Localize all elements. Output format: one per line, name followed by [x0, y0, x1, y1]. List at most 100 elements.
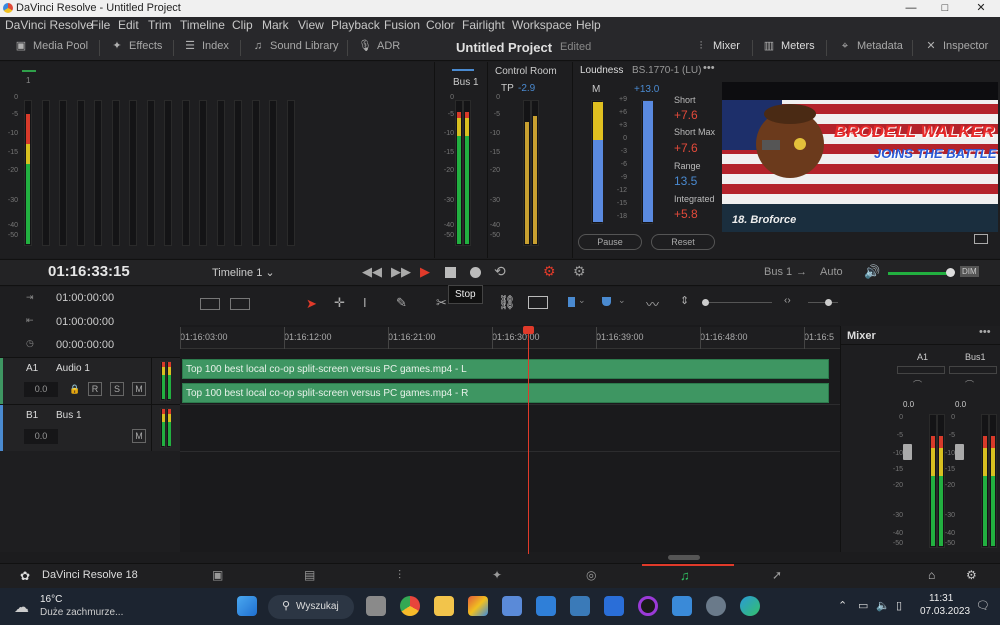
weather-temp[interactable]: 16°C — [40, 594, 62, 605]
volume-icon[interactable]: 🔈 — [876, 599, 890, 612]
solo-button[interactable]: S — [110, 382, 124, 396]
clip-left[interactable]: Top 100 best local co-op split-screen ve… — [182, 359, 829, 379]
settings-gear-icon[interactable]: ⚙ — [966, 568, 977, 582]
vertical-zoom-slider[interactable] — [702, 302, 772, 303]
start-windows-icon[interactable] — [237, 596, 257, 616]
menu-help[interactable]: Help — [576, 18, 601, 32]
menu-fairlight[interactable]: Fairlight — [462, 18, 505, 32]
automation-mode[interactable]: Auto — [820, 266, 843, 278]
bus-output[interactable]: Bus 1 — [764, 266, 792, 278]
record-arm-button[interactable]: R — [88, 382, 102, 396]
minimize-button[interactable]: — — [894, 0, 928, 17]
file-explorer-icon[interactable] — [434, 596, 454, 616]
waveform-icon[interactable]: 〰 — [646, 294, 659, 313]
menu-workspace[interactable]: Workspace — [512, 18, 572, 32]
notifications-icon[interactable]: 🗨 — [976, 599, 990, 612]
record-icon[interactable] — [470, 267, 481, 278]
settings-icon[interactable] — [706, 596, 726, 616]
rewind-icon[interactable]: ◀◀ — [362, 264, 382, 280]
media-page-icon[interactable]: ▣ — [212, 568, 223, 582]
track-name[interactable]: Audio 1 — [56, 363, 90, 374]
menu-timeline[interactable]: Timeline — [180, 18, 225, 32]
vertical-zoom-knob[interactable] — [702, 299, 709, 306]
notepad-icon[interactable] — [672, 596, 692, 616]
menu-davinci-resolve[interactable]: DaVinci Resolve — [5, 18, 93, 32]
chevron-up-icon[interactable]: ⌃ — [838, 599, 847, 612]
metadata-button[interactable]: ⌖ Metadata — [838, 40, 903, 52]
inspector-button[interactable]: ✕ Inspector — [924, 40, 988, 52]
davinci-taskbar-icon[interactable] — [468, 596, 488, 616]
menu-color[interactable]: Color — [426, 18, 455, 32]
dropbox-icon[interactable] — [604, 596, 624, 616]
horizontal-zoom-slider[interactable] — [808, 302, 838, 303]
loudness-options-icon[interactable]: ••• — [703, 62, 715, 74]
pan-icon[interactable]: ⌒ — [913, 378, 922, 391]
link-icon[interactable]: ⛓ — [498, 294, 516, 311]
menu-mark[interactable]: Mark — [262, 18, 289, 32]
track-volume[interactable]: 0.0 — [24, 429, 58, 444]
timeline-area[interactable]: ➤ ✛ I ✎ ✂ ⛓ ⌄ ⌄ 〰 ⇕ ‹› Stop 01:16:03:00 0… — [180, 285, 840, 560]
fast-forward-icon[interactable]: ▶▶ — [391, 264, 411, 280]
menu-trim[interactable]: Trim — [148, 18, 172, 32]
mixer-options-icon[interactable]: ••• — [979, 326, 991, 338]
pencil-icon[interactable]: ✎ — [396, 295, 407, 311]
vertical-zoom-icon[interactable]: ⇕ — [680, 294, 689, 307]
battery-icon[interactable]: ▯ — [896, 599, 902, 612]
pointer-tool-icon[interactable]: ➤ — [306, 296, 317, 312]
horizontal-zoom-knob[interactable] — [825, 299, 832, 306]
weather-cloud-icon[interactable]: ☁ — [14, 598, 29, 616]
playhead-handle[interactable] — [523, 326, 534, 334]
track-header-b1[interactable]: B1 Bus 1 0.0 M — [0, 404, 180, 451]
timeline-scrollbar[interactable] — [668, 555, 700, 560]
monitor-volume-slider[interactable] — [888, 272, 950, 275]
fader-knob-bus1[interactable] — [955, 444, 964, 460]
chevron-down-icon[interactable]: ⌄ — [618, 295, 626, 306]
menu-view[interactable]: View — [298, 18, 324, 32]
mixer-button[interactable]: ⫶ Mixer — [694, 40, 740, 52]
pause-button[interactable]: Pause — [578, 234, 642, 250]
playhead[interactable] — [528, 330, 529, 554]
color-page-icon[interactable]: ◎ — [586, 568, 596, 582]
mail-icon[interactable] — [536, 596, 556, 616]
clock-date[interactable]: 07.03.2023 — [920, 606, 970, 617]
track-header-a1[interactable]: A1 Audio 1 0.0 🔒 R S M — [0, 357, 180, 404]
reset-button[interactable]: Reset — [651, 234, 715, 250]
deliver-page-icon[interactable]: ➚ — [772, 568, 782, 582]
task-view-icon[interactable] — [366, 596, 386, 616]
menu-clip[interactable]: Clip — [232, 18, 253, 32]
clip-right[interactable]: Top 100 best local co-op split-screen ve… — [182, 383, 829, 403]
dim-button[interactable]: DIM — [960, 266, 979, 277]
marker-icon[interactable] — [602, 297, 611, 306]
obs-icon[interactable] — [638, 596, 658, 616]
clock-time[interactable]: 11:31 — [929, 593, 953, 604]
chrome-icon[interactable] — [400, 596, 420, 616]
fader-knob-a1[interactable] — [903, 444, 912, 460]
mute-button[interactable]: M — [132, 382, 146, 396]
stop-icon[interactable] — [445, 267, 456, 278]
sound-library-button[interactable]: ♫ Sound Library — [251, 40, 339, 52]
edit-selection-icon[interactable]: I — [363, 295, 367, 310]
timeline-selector[interactable]: Timeline 1 ⌄ — [212, 266, 275, 279]
taskbar-search[interactable]: Wyszukaj — [268, 595, 354, 619]
meters-button[interactable]: ▥ Meters — [762, 40, 815, 52]
viewer-fullscreen-icon[interactable] — [974, 234, 988, 244]
menu-file[interactable]: File — [91, 18, 110, 32]
cut-page-icon[interactable]: ▤ — [304, 568, 315, 582]
range-tool-icon[interactable]: ✛ — [334, 295, 345, 311]
adr-button[interactable]: 🎙 ADR — [358, 40, 400, 52]
flag-icon[interactable] — [568, 297, 575, 307]
monitor-volume-knob[interactable] — [946, 268, 955, 277]
horizontal-zoom-icon[interactable]: ‹› — [784, 295, 791, 306]
automation-icon[interactable]: ⚙ — [543, 263, 556, 280]
mixer-insert-slot[interactable] — [949, 366, 997, 374]
lock-icon[interactable]: 🔒 — [69, 384, 80, 395]
maximize-button[interactable]: □ — [928, 0, 962, 17]
loop-icon[interactable]: ⟲ — [494, 263, 506, 280]
snipping-tool-icon[interactable] — [502, 596, 522, 616]
menu-fusion[interactable]: Fusion — [384, 18, 420, 32]
pan-icon[interactable]: ⌒ — [965, 378, 974, 391]
razor-icon[interactable]: ✂ — [436, 295, 447, 311]
weather-desc[interactable]: Duże zachmurze... — [40, 607, 123, 618]
track-height-icon[interactable] — [200, 298, 220, 310]
play-icon[interactable]: ▶ — [420, 264, 430, 280]
